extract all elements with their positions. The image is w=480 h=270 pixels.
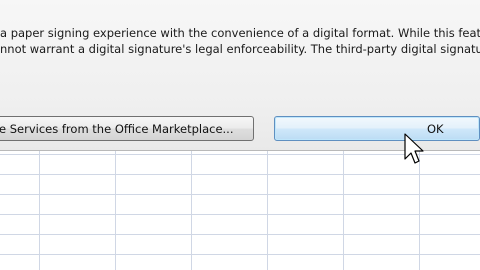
dialog-message: a paper signing experience with the conv…	[0, 25, 480, 57]
arrow-pointer-icon	[404, 133, 424, 164]
spreadsheet-grid[interactable]	[0, 151, 480, 270]
message-line-2: nnot warrant a digital signature's legal…	[0, 42, 480, 56]
signature-services-button[interactable]: e Services from the Office Marketplace..…	[0, 116, 254, 141]
signature-info-dialog: a paper signing experience with the conv…	[0, 0, 480, 151]
ok-button-label: OK	[427, 121, 444, 136]
message-line-1: a paper signing experience with the conv…	[0, 26, 480, 40]
signature-services-button-label: e Services from the Office Marketplace..…	[0, 121, 234, 136]
ok-button[interactable]: OK	[274, 116, 480, 141]
